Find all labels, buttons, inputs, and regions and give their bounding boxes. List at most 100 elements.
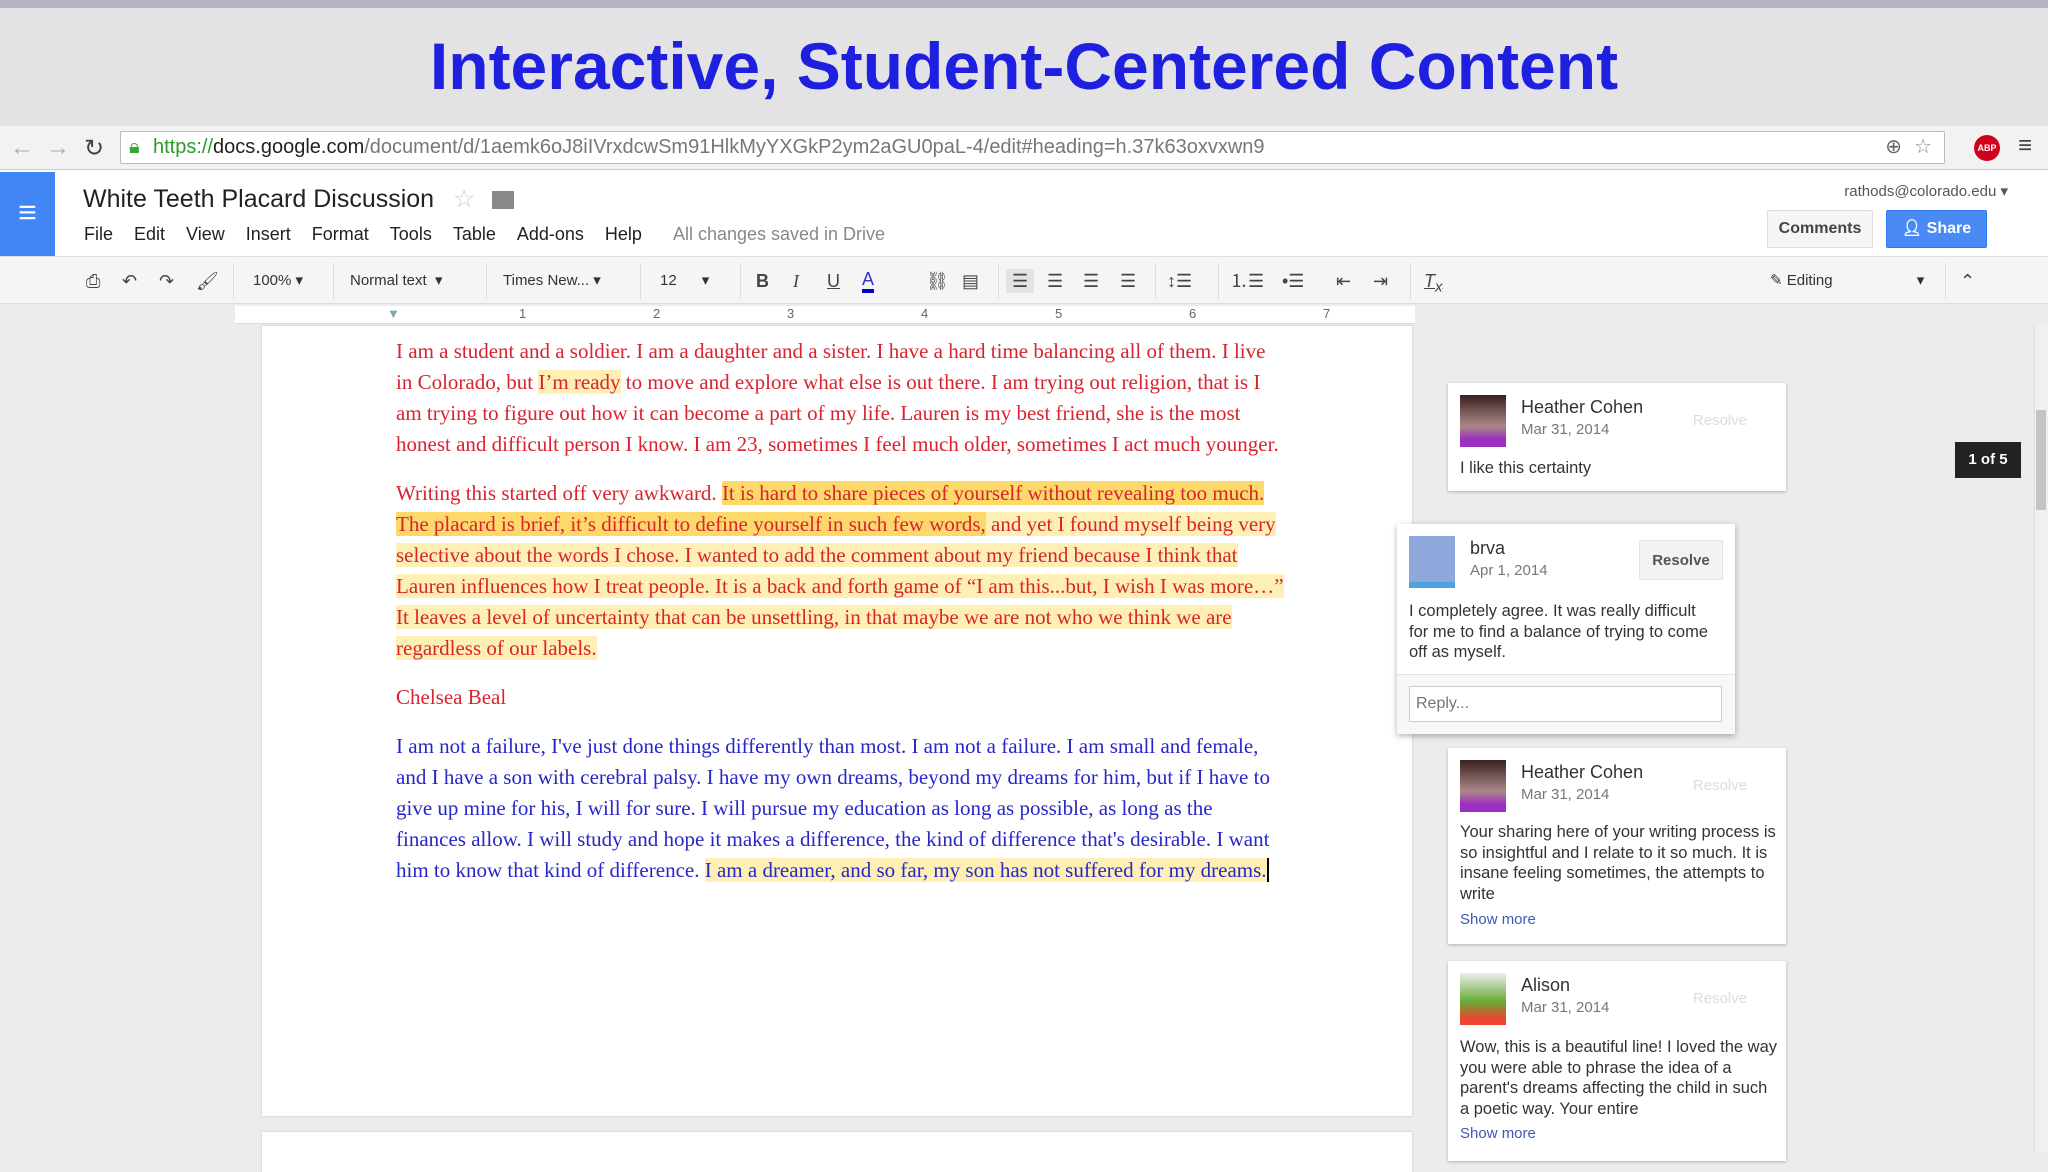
bookmark-star-icon[interactable]: ☆ [1914,132,1932,163]
underline-icon[interactable]: U [827,269,840,293]
commented-text[interactable]: I’m ready [538,370,621,394]
account-email[interactable]: rathods@colorado.edu [1844,183,1996,200]
slide-title: Interactive, Student-Centered Content [429,29,1619,103]
comment-date: Apr 1, 2014 [1470,562,1548,579]
scrollbar-thumb[interactable] [2036,410,2046,510]
bold-icon[interactable]: B [756,269,769,293]
ruler-mark: 1 [519,306,527,321]
avatar-placeholder-icon [1409,536,1455,588]
paint-format-icon[interactable]: 🖌︎ [196,269,219,293]
comment-icon[interactable]: ▤ [962,269,979,293]
avatar [1460,760,1506,812]
author-name: Chelsea Beal [396,685,507,709]
font-select[interactable]: Times New... ▾ [503,269,601,293]
menu-tools[interactable]: Tools [390,224,432,245]
text-color-icon[interactable]: A [862,269,875,293]
document-title[interactable]: White Teeth Placard Discussion [83,185,434,213]
browser-bar: ← → ↻ 🔒︎ https://docs.google.com/documen… [0,126,2048,170]
font-size-select[interactable]: 12 ▾ [660,269,709,293]
reply-input[interactable] [1409,686,1722,722]
forward-icon[interactable]: → [46,134,70,162]
folder-icon[interactable] [492,191,515,209]
adblock-icon[interactable]: ABP [1974,135,2000,161]
print-icon[interactable]: ⎙ [86,269,100,293]
url-host: docs.google.com [213,136,365,158]
paragraph: I am not a failure, I've just done thing… [396,734,1270,882]
comments-button[interactable]: Comments [1767,210,1873,248]
increase-indent-icon[interactable]: ⇥ [1373,269,1388,293]
comment-author: Heather Cohen [1521,397,1644,417]
comment-card[interactable]: Heather Cohen Mar 31, 2014 Resolve I lik… [1448,383,1786,491]
person-icon: 👤︎ [1901,220,1927,237]
show-more-link[interactable]: Show more [1460,1125,1536,1142]
menu-add-ons[interactable]: Add-ons [517,224,584,245]
ruler-mark: 5 [1055,306,1063,321]
editing-mode-select[interactable]: ✎ Editing ▾ [1770,269,1924,293]
menu-table[interactable]: Table [453,224,496,245]
decrease-indent-icon[interactable]: ⇤ [1336,269,1351,293]
italic-icon[interactable]: I [793,269,799,293]
comment-card[interactable]: Alison Mar 31, 2014 Resolve Wow, this is… [1448,961,1786,1161]
clear-formatting-icon[interactable]: Tx [1424,269,1443,296]
comment-date: Mar 31, 2014 [1521,421,1610,438]
reload-icon[interactable]: ↻ [84,134,104,163]
docs-logo-icon[interactable]: ≡ [0,172,55,256]
chevron-down-icon[interactable]: ▾ [2000,183,2008,200]
comment-date: Mar 31, 2014 [1521,999,1610,1016]
show-more-link[interactable]: Show more [1460,911,1536,928]
comment-text: I like this certainty [1460,459,1592,477]
menu-view[interactable]: View [186,224,225,245]
style-select[interactable]: Normal text ▾ [350,269,443,293]
link-icon[interactable]: ⛓︎ [926,269,949,293]
menu-insert[interactable]: Insert [246,224,291,245]
align-left-icon[interactable]: ☰ [1006,269,1035,293]
url-path: /document/d/1aemk6oJ8iIVrxdcwSm91HlkMyYX… [364,136,1265,158]
ruler-mark: 4 [921,306,929,321]
undo-icon[interactable]: ↶ [122,269,137,293]
commented-text[interactable]: I am a dreamer, and so far, my son has n… [704,858,1269,882]
ruler-mark: 7 [1323,306,1331,321]
lock-icon: 🔒︎ [129,136,140,158]
url-scheme: https:// [153,136,214,158]
menu-edit[interactable]: Edit [134,224,165,245]
resolve-button[interactable]: Resolve [1639,540,1723,580]
share-button[interactable]: 👤︎ Share [1886,210,1987,248]
comment-text: Your sharing here of your writing proces… [1460,823,1776,903]
chrome-menu-icon[interactable]: ≡ [2018,132,2032,160]
pencil-icon: ✎ [1770,272,1783,289]
avatar [1460,973,1506,1025]
line-spacing-icon[interactable]: ↕☰ [1167,269,1192,293]
zoom-select[interactable]: 100% ▾ [253,269,303,293]
align-center-icon[interactable]: ☰ [1047,269,1063,293]
star-icon[interactable]: ☆ [453,185,475,213]
resolve-button[interactable]: Resolve [1678,979,1762,1019]
comment-date: Mar 31, 2014 [1521,786,1610,803]
comment-text: Wow, this is a beautiful line! I loved t… [1460,1038,1778,1118]
ruler-mark: 3 [787,306,795,321]
menu-format[interactable]: Format [312,224,369,245]
resolve-button[interactable]: Resolve [1678,766,1762,806]
share-label: Share [1926,220,1972,237]
collapse-icon[interactable]: ⌃ [1960,269,1975,293]
numbered-list-icon[interactable]: ⒈☰ [1230,269,1264,293]
bulleted-list-icon[interactable]: •☰ [1282,269,1304,293]
address-bar[interactable]: 🔒︎ https://docs.google.com/document/d/1a… [120,131,1945,164]
ruler[interactable]: ▼ 1 2 3 4 5 6 7 [235,306,1415,324]
ruler-mark: 6 [1189,306,1197,321]
comment-author: brva [1470,538,1506,558]
comment-card-active[interactable]: brva Apr 1, 2014 Resolve I completely ag… [1397,524,1735,734]
back-icon[interactable]: ← [10,134,34,162]
save-status: All changes saved in Drive [672,224,886,244]
zoom-icon[interactable]: ⊕ [1885,132,1902,163]
comment-card[interactable]: Heather Cohen Mar 31, 2014 Resolve Your … [1448,748,1786,944]
comment-counter[interactable]: 1 of 5 [1955,442,2021,478]
align-right-icon[interactable]: ☰ [1083,269,1099,293]
resolve-button[interactable]: Resolve [1678,401,1762,441]
document-body[interactable]: I am a student and a soldier. I am a dau… [396,336,1286,904]
indent-marker-icon: ▼ [387,306,400,321]
redo-icon[interactable]: ↷ [159,269,174,293]
menu-help[interactable]: Help [605,224,642,245]
menu-file[interactable]: File [84,224,113,245]
document-page-next [262,1132,1412,1172]
justify-icon[interactable]: ☰ [1120,269,1136,293]
